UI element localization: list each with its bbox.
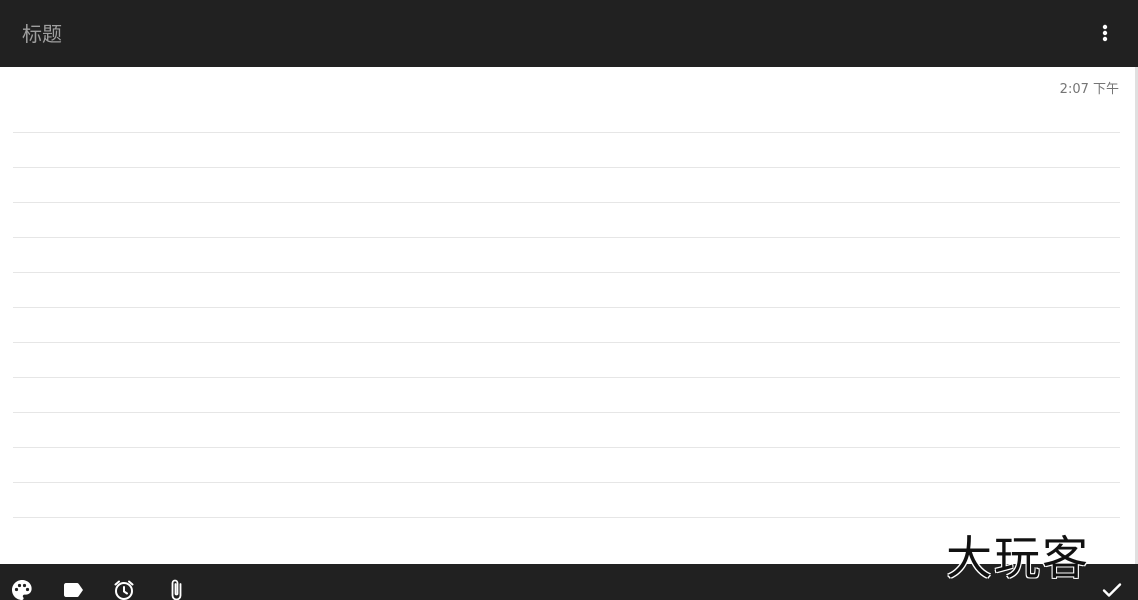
watermark-logo: 大玩客 <box>946 531 1090 585</box>
attach-button[interactable] <box>164 578 188 600</box>
label-button[interactable] <box>61 578 85 600</box>
note-body-input[interactable] <box>13 97 1120 527</box>
alarm-icon <box>114 580 134 600</box>
note-timestamp: 2:07 下午 <box>1059 82 1119 97</box>
label-icon <box>64 583 83 597</box>
overflow-menu-button[interactable] <box>1090 18 1120 48</box>
palette-icon <box>12 580 32 600</box>
color-button[interactable] <box>10 578 34 600</box>
note-editor: 2:07 下午 <box>0 67 1138 564</box>
title-input[interactable] <box>22 18 922 50</box>
attach-icon <box>171 579 182 600</box>
reminder-button[interactable] <box>112 578 136 600</box>
more-vert-icon <box>1102 24 1108 42</box>
top-app-bar <box>0 0 1138 67</box>
